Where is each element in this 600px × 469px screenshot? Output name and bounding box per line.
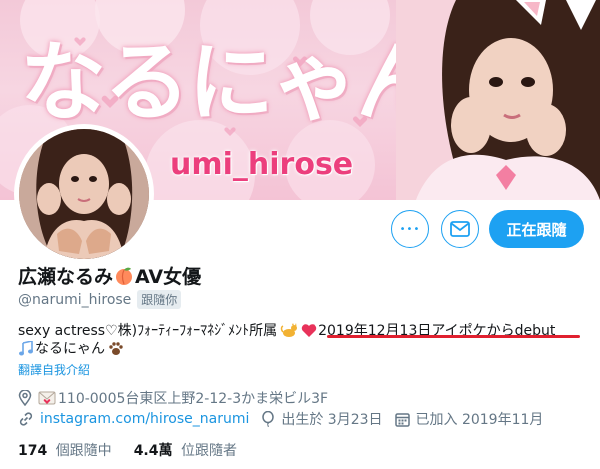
peach-icon — [116, 267, 133, 285]
user-handle: @narumi_hirose — [18, 291, 132, 308]
more-icon: ••• — [399, 223, 421, 235]
followers-label: 位跟隨者 — [180, 443, 237, 459]
avatar-image — [19, 129, 149, 259]
mail-icon — [450, 221, 470, 237]
joined-item: 已加入 2019年11月 — [394, 409, 544, 429]
heart-icon — [301, 323, 317, 337]
bio-text: sexy actress♡株)ﾌｫｰﾃｨｰﾌｫｰﾏﾈｼﾞﾒﾝﾄ所属 — [18, 323, 278, 339]
follow-stats: 174 個跟隨中 4.4萬 位跟隨者 — [18, 440, 259, 460]
followers-count: 4.4萬 — [133, 443, 173, 459]
location-item: 110-0005台東区上野2-12-3かま栄ビル3F — [18, 388, 328, 408]
following-stat[interactable]: 174 個跟隨中 — [18, 440, 112, 460]
profile-meta-row-2: instagram.com/hirose_narumi 出生於 3月23日 已加… — [18, 409, 555, 429]
envelope-emoji-icon — [38, 391, 56, 405]
following-button[interactable]: 正在跟隨 — [489, 210, 584, 248]
translate-bio-link[interactable]: 翻譯自我介紹 — [18, 361, 90, 378]
banner-handle-text: umi_hirose — [170, 147, 354, 182]
followers-stat[interactable]: 4.4萬 位跟隨者 — [134, 440, 237, 460]
website-link[interactable]: instagram.com/hirose_narumi — [40, 411, 249, 427]
calendar-icon — [394, 412, 410, 427]
banner-photo — [396, 0, 600, 200]
location-icon — [18, 390, 32, 406]
birthday-text: 出生於 3月23日 — [281, 412, 383, 428]
display-name: 広瀬なるみ AV女優 — [18, 262, 201, 289]
balloon-icon — [262, 411, 275, 427]
cat-icon — [280, 323, 298, 337]
link-icon — [19, 412, 33, 426]
joined-text: 已加入 2019年11月 — [415, 412, 544, 428]
following-label: 個跟隨中 — [55, 443, 112, 459]
more-options-button[interactable]: ••• — [391, 210, 429, 248]
bio-nickname: なるにゃん — [35, 341, 105, 357]
bio-date-underline — [327, 335, 580, 338]
profile-meta-row-1: 110-0005台東区上野2-12-3かま栄ビル3F — [18, 388, 340, 408]
follows-you-badge: 跟隨你 — [137, 290, 182, 309]
music-notes-icon — [19, 340, 33, 355]
birthday-item: 出生於 3月23日 — [261, 409, 383, 429]
display-name-suffix: AV女優 — [135, 266, 202, 288]
website-item: instagram.com/hirose_narumi — [18, 411, 249, 427]
bio-line-2: なるにゃん — [18, 338, 124, 358]
banner-title-text: なるにゃん — [20, 33, 442, 133]
display-name-prefix: 広瀬なるみ — [18, 266, 114, 288]
profile-avatar[interactable] — [14, 124, 154, 264]
paw-icon — [109, 341, 123, 355]
location-text: 110-0005台東区上野2-12-3かま栄ビル3F — [58, 391, 329, 407]
following-count: 174 — [18, 443, 48, 459]
handle-row: @narumi_hirose 跟隨你 — [18, 290, 182, 309]
message-button[interactable] — [441, 210, 479, 248]
